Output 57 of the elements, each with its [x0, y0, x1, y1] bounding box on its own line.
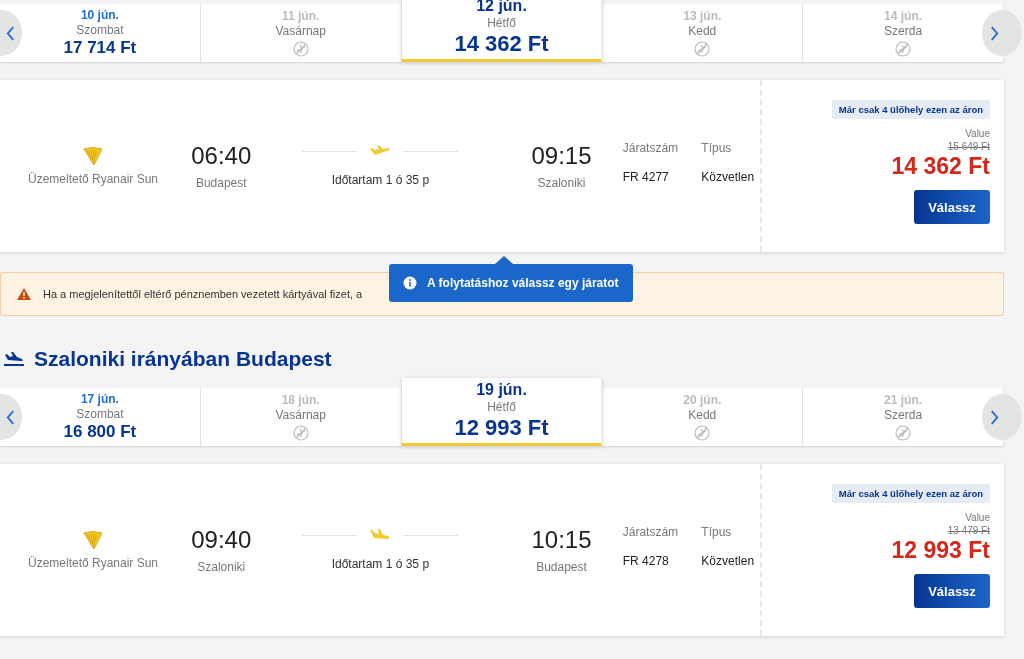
takeoff-plane-icon — [369, 145, 392, 157]
date-tab[interactable]: 11 jún. Vasárnap — [200, 4, 402, 62]
flight-duration: Időtartam 1 ó 35 p — [331, 557, 430, 571]
arrival-city: Szaloniki — [537, 176, 586, 190]
flight-number: FR 4277 — [622, 169, 670, 184]
original-price: 15 649 Ft — [947, 141, 990, 152]
chevron-left-icon — [5, 409, 15, 425]
no-flights-icon — [292, 41, 309, 57]
arrival-city: Budapest — [536, 560, 587, 574]
flight-type: Közvetlen — [701, 169, 756, 184]
flight-type-label: Típus — [701, 524, 733, 539]
operator-name: Üzemeltető Ryanair Sun — [27, 172, 159, 186]
seats-left-badge: Már csak 4 ülőhely ezen az áron — [831, 100, 990, 119]
flight-number-label: Járatszám — [622, 524, 680, 539]
warning-text: Ha a megjelenítettől eltérő pénznemben vezetett kártyával fizet, a — [43, 288, 363, 300]
no-flights-icon — [694, 41, 711, 57]
date-tab[interactable]: 20 jún. Kedd — [602, 388, 804, 446]
flight-price: 12 993 Ft — [891, 537, 990, 564]
landing-plane-icon — [369, 529, 392, 541]
flight-type: Közvetlen — [701, 553, 756, 568]
date-tab[interactable]: 14 jún. Szerda — [803, 4, 1004, 62]
chevron-right-icon — [989, 25, 999, 41]
select-button[interactable]: Válassz — [914, 574, 990, 608]
flight-duration: Időtartam 1 ó 35 p — [331, 173, 430, 187]
arrival-time: 10:15 — [531, 526, 592, 554]
departure-city: Szaloniki — [197, 560, 246, 574]
arrival-time: 09:15 — [531, 142, 592, 170]
date-tab[interactable]: 13 jún. Kedd — [602, 4, 804, 62]
chevron-left-icon — [5, 25, 15, 41]
date-tab[interactable]: 18 jún. Vasárnap — [200, 388, 402, 446]
section-heading: Szaloniki irányában Budapest — [34, 347, 332, 371]
no-flights-icon — [895, 41, 912, 57]
select-button[interactable]: Válassz — [914, 190, 990, 224]
seats-left-badge: Már csak 4 ülőhely ezen az áron — [831, 484, 990, 503]
flight-price: 14 362 Ft — [891, 153, 990, 180]
flight-type-label: Típus — [701, 140, 733, 155]
warning-icon — [17, 288, 31, 300]
departure-time: 09:40 — [191, 526, 252, 554]
departure-time: 06:40 — [191, 142, 252, 170]
operator-name: Üzemeltető Ryanair Sun — [27, 556, 159, 570]
fare-name: Value — [965, 512, 990, 523]
flight-number: FR 4278 — [622, 553, 670, 568]
landing-plane-icon — [4, 352, 24, 366]
tooltip-text: A folytatáshoz válassz egy járatot — [427, 276, 619, 290]
date-tab[interactable]: 21 jún. Szerda — [803, 388, 1004, 446]
flight-number-label: Járatszám — [622, 140, 680, 155]
no-flights-icon — [292, 425, 309, 441]
date-tab[interactable]: 17 jún. Szombat 16 800 Ft — [0, 388, 201, 446]
chevron-right-icon — [989, 409, 999, 425]
original-price: 13 479 Ft — [947, 525, 990, 536]
info-icon — [403, 276, 417, 290]
date-tab[interactable]: 10 jún. Szombat 17 714 Ft — [0, 4, 201, 62]
departure-city: Budapest — [195, 176, 247, 190]
no-flights-icon — [694, 425, 711, 441]
fare-name: Value — [965, 128, 990, 139]
no-flights-icon — [895, 425, 912, 441]
date-tab[interactable]: 19 jún. Hétfő 12 993 Ft — [401, 378, 603, 446]
